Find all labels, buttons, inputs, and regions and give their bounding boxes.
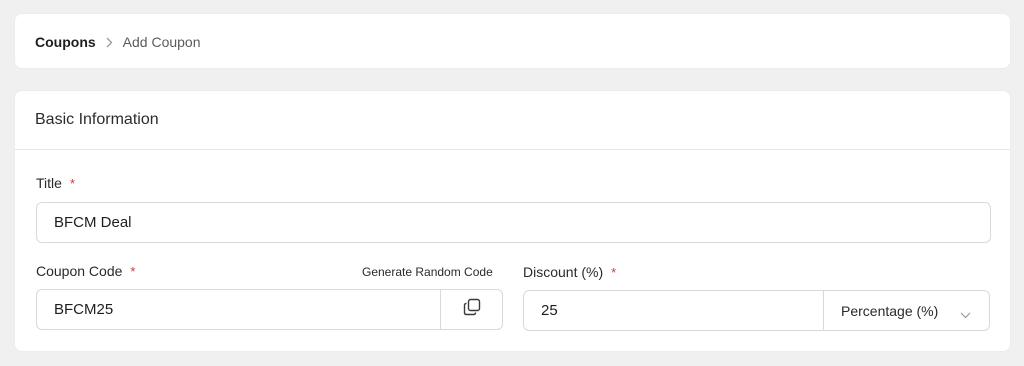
breadcrumb: Coupons Add Coupon <box>35 34 201 50</box>
title-input-value: BFCM Deal <box>54 214 132 231</box>
section-title: Basic Information <box>35 111 159 128</box>
breadcrumb-current: Add Coupon <box>122 34 201 50</box>
coupon-code-field: BFCM25 <box>36 289 503 330</box>
chevron-down-icon <box>960 306 971 322</box>
title-label: Title * <box>36 175 75 191</box>
discount-value: 25 <box>541 302 558 319</box>
card-header: Basic Information <box>15 91 1010 150</box>
coupon-code-value: BFCM25 <box>54 301 114 318</box>
discount-label: Discount (%) * <box>523 264 616 280</box>
discount-label-text: Discount (%) <box>523 264 604 280</box>
coupon-code-input[interactable]: BFCM25 <box>37 290 440 329</box>
coupon-code-label-text: Coupon Code <box>36 263 123 279</box>
basic-information-card: Basic Information Title * BFCM Deal Coup… <box>14 90 1011 352</box>
required-asterisk: * <box>69 175 75 191</box>
coupon-code-label: Coupon Code * <box>36 263 135 279</box>
discount-type-value: Percentage (%) <box>841 302 939 319</box>
required-asterisk: * <box>130 263 136 279</box>
chevron-right-icon <box>106 37 113 48</box>
copy-icon <box>462 297 482 322</box>
discount-type-select[interactable]: Percentage (%) <box>823 291 989 330</box>
discount-input[interactable]: 25 <box>524 291 823 330</box>
copy-code-button[interactable] <box>440 290 502 329</box>
breadcrumb-coupons-link[interactable]: Coupons <box>35 34 96 50</box>
title-label-text: Title <box>36 175 62 191</box>
discount-field: 25 Percentage (%) <box>523 290 990 331</box>
required-asterisk: * <box>611 264 617 280</box>
breadcrumb-card: Coupons Add Coupon <box>14 13 1011 69</box>
title-input[interactable]: BFCM Deal <box>36 202 991 243</box>
generate-random-code-button[interactable]: Generate Random Code <box>362 265 493 279</box>
